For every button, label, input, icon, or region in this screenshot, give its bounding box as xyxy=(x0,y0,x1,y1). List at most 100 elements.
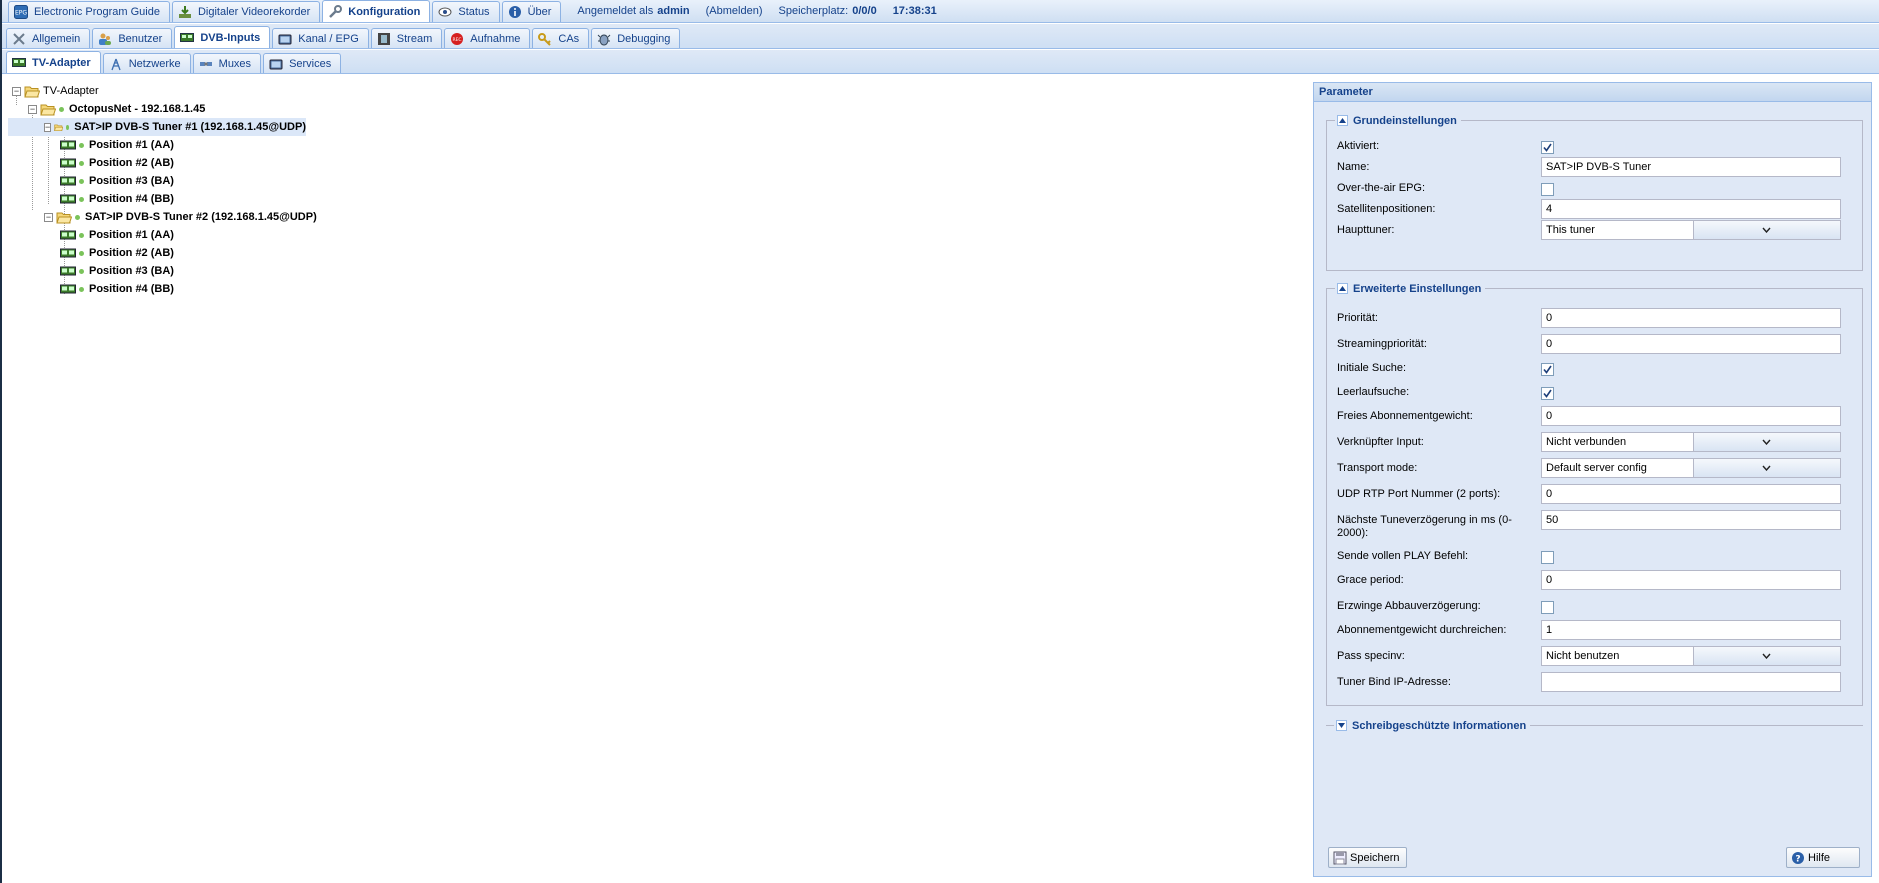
field-label: Initiale Suche: xyxy=(1337,362,1407,374)
pass-specinv-select[interactable]: Nicht benutzen xyxy=(1541,646,1841,666)
expand-down-icon[interactable] xyxy=(1336,720,1347,731)
tree-node-position[interactable]: Position #4 (BB) xyxy=(60,280,174,298)
tab-services[interactable]: Services xyxy=(263,53,342,73)
field-ota-epg: Over-the-air EPG: xyxy=(1337,178,1850,200)
tab-cas-label: CAs xyxy=(558,32,580,45)
chevron-down-icon[interactable] xyxy=(1692,221,1840,239)
initiale-suche-checkbox[interactable] xyxy=(1541,363,1554,376)
tab-debugging[interactable]: Debugging xyxy=(591,28,681,48)
field-label: Aktiviert: xyxy=(1337,140,1380,152)
tree-node-tuner-2[interactable]: − SAT>IP DVB-S Tuner #2 (192.168.1.45@UD… xyxy=(44,208,317,226)
field-label: Priorität: xyxy=(1337,312,1378,324)
tree-node-position[interactable]: Position #1 (AA) xyxy=(60,136,174,154)
transport-mode-select[interactable]: Default server config xyxy=(1541,458,1841,478)
tuner-bind-ip-input[interactable] xyxy=(1541,672,1841,692)
tree-node-device[interactable]: − OctopusNet - 192.168.1.45 xyxy=(28,100,205,118)
tab-benutzer[interactable]: Benutzer xyxy=(92,28,173,48)
chevron-down-icon[interactable] xyxy=(1692,433,1840,451)
tab-cas[interactable]: CAs xyxy=(532,28,590,48)
tree-node-tuner-1[interactable]: − SAT>IP DVB-S Tuner #1 (192.168.1.45@UD… xyxy=(8,118,306,136)
udp-rtp-port-input[interactable] xyxy=(1541,484,1841,504)
tab-ueber[interactable]: Über xyxy=(501,1,562,22)
tuneverzoegerung-input[interactable] xyxy=(1541,510,1841,530)
tab-stream-label: Stream xyxy=(396,32,433,45)
leerlaufsuche-checkbox[interactable] xyxy=(1541,387,1554,400)
collapse-toggle[interactable]: − xyxy=(12,86,21,96)
tree-node-position[interactable]: Position #2 (AB) xyxy=(60,244,174,262)
tree-position-label: Position #2 (AB) xyxy=(89,157,174,169)
tab-konfiguration[interactable]: Konfiguration xyxy=(322,0,431,22)
tab-status[interactable]: Status xyxy=(432,1,500,22)
tab-aufnahme[interactable]: REC Aufnahme xyxy=(444,28,531,48)
tv-card-icon xyxy=(60,248,76,257)
chevron-down-icon[interactable] xyxy=(1692,647,1840,665)
field-prioritaet: Priorität: xyxy=(1337,308,1850,330)
fieldset-basic-title: Grundeinstellungen xyxy=(1353,114,1457,127)
tree-position-label: Position #3 (BA) xyxy=(89,265,174,277)
tab-dvb-inputs[interactable]: DVB-Inputs xyxy=(174,26,271,48)
name-input[interactable] xyxy=(1541,157,1841,177)
field-verknuepfter-input: Verknüpfter Input: Nicht verbunden xyxy=(1337,432,1850,454)
field-satellitenpositionen: Satellitenpositionen: xyxy=(1337,199,1850,221)
select-value: This tuner xyxy=(1546,224,1595,236)
tab-dvr[interactable]: Digitaler Videorekorder xyxy=(171,1,321,22)
collapse-up-icon[interactable] xyxy=(1337,283,1348,294)
collapse-toggle[interactable]: − xyxy=(44,212,53,222)
ota-epg-checkbox[interactable] xyxy=(1541,183,1554,196)
status-dot xyxy=(79,268,84,274)
tab-netzwerke[interactable]: Netzwerke xyxy=(102,53,191,73)
tree-node-root[interactable]: − TV-Adapter xyxy=(12,82,99,100)
field-pass-specinv: Pass specinv: Nicht benutzen xyxy=(1337,646,1850,668)
field-label: Tuner Bind IP-Adresse: xyxy=(1337,676,1451,688)
abonnementgewicht-durchreichen-input[interactable] xyxy=(1541,620,1841,640)
tree-node-position[interactable]: Position #4 (BB) xyxy=(60,190,174,208)
save-button[interactable]: Speichern xyxy=(1328,847,1407,868)
bug-icon xyxy=(596,31,612,47)
chevron-down-icon[interactable] xyxy=(1692,459,1840,477)
collapse-up-icon[interactable] xyxy=(1337,115,1348,126)
aktiviert-checkbox[interactable] xyxy=(1541,141,1554,154)
tree-node-position[interactable]: Position #3 (BA) xyxy=(60,172,174,190)
grace-period-input[interactable] xyxy=(1541,570,1841,590)
select-value: Default server config xyxy=(1546,462,1647,474)
tab-kanal-epg[interactable]: Kanal / EPG xyxy=(272,28,369,48)
tab-stream[interactable]: Stream xyxy=(370,28,443,48)
streamingprioritaet-input[interactable] xyxy=(1541,334,1841,354)
window-frame-edge xyxy=(0,0,2,883)
tree-node-position[interactable]: Position #1 (AA) xyxy=(60,226,174,244)
tree-node-position[interactable]: Position #3 (BA) xyxy=(60,262,174,280)
field-label: Nächste Tuneverzögerung in ms (0-2000): xyxy=(1337,514,1512,539)
field-tuneverzoegerung: Nächste Tuneverzögerung in ms (0-2000): xyxy=(1337,510,1850,540)
tab-epg[interactable]: EPG Electronic Program Guide xyxy=(8,1,170,22)
field-udp-rtp-port: UDP RTP Port Nummer (2 ports): xyxy=(1337,484,1850,506)
tree-node-position[interactable]: Position #2 (AB) xyxy=(60,154,174,172)
panel-title: Parameter xyxy=(1314,83,1871,102)
status-dot xyxy=(75,214,80,220)
tab-tv-adapter[interactable]: TV-Adapter xyxy=(6,51,101,73)
field-name: Name: xyxy=(1337,157,1850,179)
freies-abonnementgewicht-input[interactable] xyxy=(1541,406,1841,426)
logout-link[interactable]: (Abmelden) xyxy=(706,5,763,17)
tv-card-icon xyxy=(60,284,76,293)
field-label: Sende vollen PLAY Befehl: xyxy=(1337,550,1469,562)
svg-text:?: ? xyxy=(1795,854,1800,864)
satellitenpositionen-input[interactable] xyxy=(1541,199,1841,219)
field-label: Freies Abonnementgewicht: xyxy=(1337,410,1473,422)
select-value: Nicht verbunden xyxy=(1546,436,1627,448)
haupttuner-select[interactable]: This tuner xyxy=(1541,220,1841,240)
field-abonnementgewicht-durchreichen: Abonnementgewicht durchreichen: xyxy=(1337,620,1850,642)
prioritaet-input[interactable] xyxy=(1541,308,1841,328)
abbauverzoegerung-checkbox[interactable] xyxy=(1541,601,1554,614)
fieldset-advanced-legend: Erweiterte Einstellungen xyxy=(1335,281,1486,296)
voller-play-befehl-checkbox[interactable] xyxy=(1541,551,1554,564)
field-aktiviert: Aktiviert: xyxy=(1337,136,1850,158)
tab-allgemein[interactable]: Allgemein xyxy=(6,28,91,48)
tree-position-label: Position #3 (BA) xyxy=(89,175,174,187)
tab-muxes[interactable]: Muxes xyxy=(192,53,262,73)
verknuepfter-input-select[interactable]: Nicht verbunden xyxy=(1541,432,1841,452)
field-label: Over-the-air EPG: xyxy=(1337,182,1426,194)
field-label: Grace period: xyxy=(1337,574,1404,586)
collapse-toggle[interactable]: − xyxy=(44,122,52,132)
help-button[interactable]: ? Hilfe xyxy=(1786,847,1860,868)
collapse-toggle[interactable]: − xyxy=(28,104,37,114)
